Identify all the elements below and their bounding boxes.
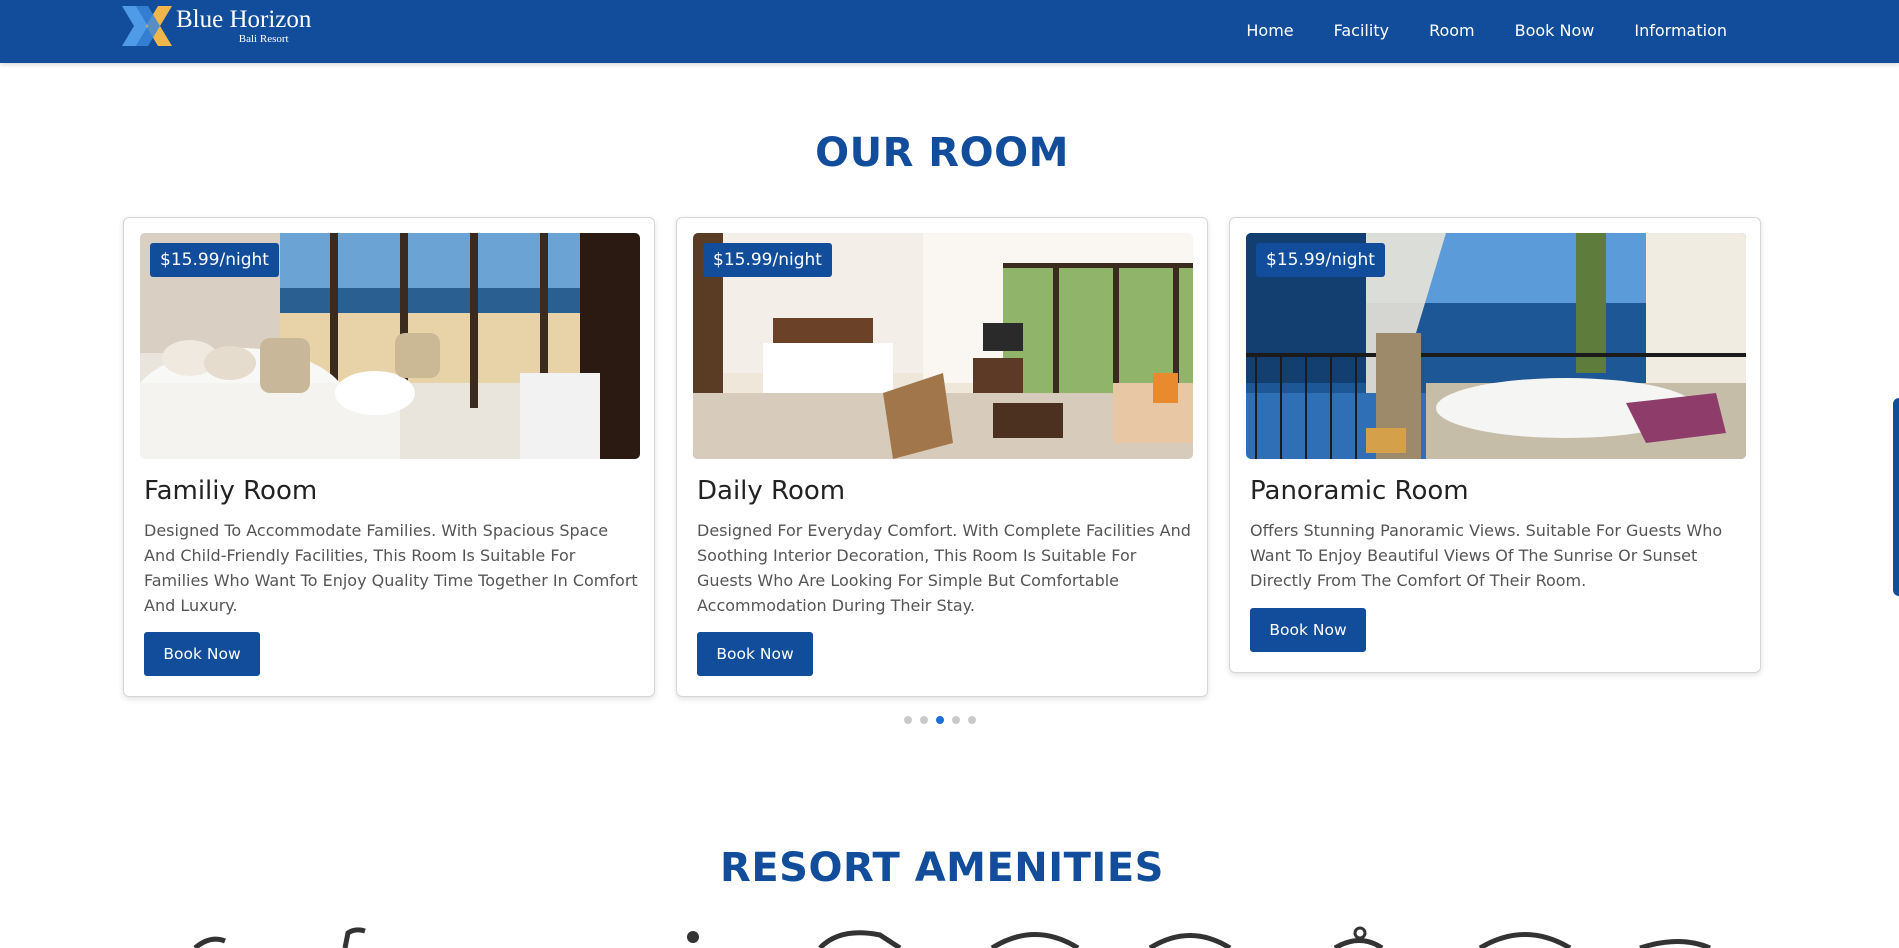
room-name: Daily Room — [697, 476, 846, 506]
carousel-dot-active[interactable] — [936, 716, 944, 724]
nav-information[interactable]: Information — [1614, 21, 1747, 40]
main-nav: Home Facility Room Book Now Information — [1226, 0, 1747, 60]
side-scroll-tab[interactable] — [1893, 398, 1899, 596]
carousel-dot[interactable] — [952, 716, 960, 724]
carousel-dot[interactable] — [968, 716, 976, 724]
carousel-dot[interactable] — [920, 716, 928, 724]
room-description: Offers Stunning Panoramic Views. Suitabl… — [1250, 521, 1723, 590]
nav-home[interactable]: Home — [1226, 21, 1313, 40]
nav-book-now[interactable]: Book Now — [1495, 21, 1615, 40]
room-card-daily: $15.99/night Daily Room Designed For Eve… — [676, 217, 1208, 697]
price-badge: $15.99/night — [1256, 243, 1385, 277]
room-card-family: $15.99/night Familiy Room Designed To Ac… — [123, 217, 655, 697]
book-now-button[interactable]: Book Now — [144, 632, 260, 676]
room-photo-ocean-view: $15.99/night — [140, 233, 640, 459]
brand-logo[interactable]: Blue Horizon Bali Resort — [122, 6, 311, 46]
room-name: Familiy Room — [144, 476, 318, 506]
price-badge: $15.99/night — [703, 243, 832, 277]
top-navbar: Blue Horizon Bali Resort Home Facility R… — [0, 0, 1899, 63]
brand-name: Blue Horizon — [176, 6, 312, 33]
logo-mark-icon — [122, 6, 172, 46]
section-title-our-room: OUR ROOM — [815, 130, 1069, 176]
section-title-resort-amenities: RESORT AMENITIES — [720, 845, 1164, 891]
nav-facility[interactable]: Facility — [1314, 21, 1409, 40]
book-now-button[interactable]: Book Now — [697, 632, 813, 676]
room-card-panoramic: $15.99/night Panoramic Room Offers Stunn… — [1229, 217, 1761, 673]
price-badge: $15.99/night — [150, 243, 279, 277]
room-name: Panoramic Room — [1250, 476, 1469, 506]
book-now-button[interactable]: Book Now — [1250, 608, 1366, 652]
brand-subtitle: Bali Resort — [238, 33, 289, 45]
room-description: Designed To Accommodate Families. With S… — [144, 521, 638, 615]
carousel-dot[interactable] — [904, 716, 912, 724]
room-photo-balcony: $15.99/night — [1246, 233, 1746, 459]
nav-room[interactable]: Room — [1409, 21, 1495, 40]
room-description: Designed For Everyday Comfort. With Comp… — [697, 521, 1191, 615]
carousel-pagination — [904, 716, 976, 724]
room-photo-daily: $15.99/night — [693, 233, 1193, 459]
amenity-icons — [0, 925, 1899, 948]
